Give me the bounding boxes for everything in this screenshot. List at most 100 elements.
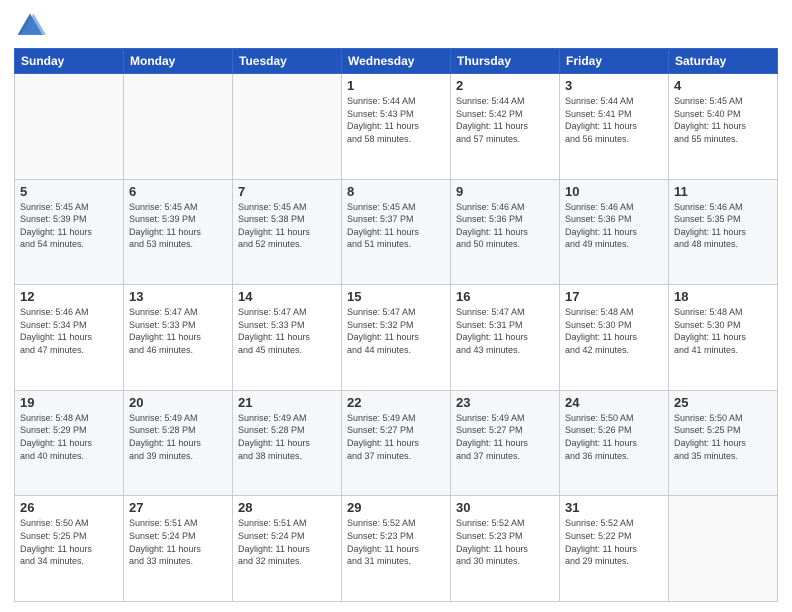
calendar-table: SundayMondayTuesdayWednesdayThursdayFrid… [14, 48, 778, 602]
day-info: Sunrise: 5:51 AM Sunset: 5:24 PM Dayligh… [129, 517, 227, 567]
day-info: Sunrise: 5:47 AM Sunset: 5:32 PM Dayligh… [347, 306, 445, 356]
day-number: 28 [238, 500, 336, 515]
calendar-cell: 5Sunrise: 5:45 AM Sunset: 5:39 PM Daylig… [15, 179, 124, 285]
day-info: Sunrise: 5:44 AM Sunset: 5:42 PM Dayligh… [456, 95, 554, 145]
day-number: 31 [565, 500, 663, 515]
col-header-saturday: Saturday [669, 49, 778, 74]
calendar-cell: 26Sunrise: 5:50 AM Sunset: 5:25 PM Dayli… [15, 496, 124, 602]
day-info: Sunrise: 5:44 AM Sunset: 5:43 PM Dayligh… [347, 95, 445, 145]
calendar-cell [124, 74, 233, 180]
calendar-cell: 17 Sunrise: 5:48 AM Sunset: 5:30 PM Dayli… [560, 285, 669, 391]
calendar-cell: 23 Sunrise: 5:49 AM Sunset: 5:27 PM Dayli… [451, 390, 560, 496]
calendar-cell [233, 74, 342, 180]
day-number: 2 [456, 78, 554, 93]
logo-icon [14, 10, 46, 42]
calendar-cell: 12Sunrise: 5:46 AM Sunset: 5:34 PM Dayli… [15, 285, 124, 391]
calendar-cell: 24 Sunrise: 5:50 AM Sunset: 5:26 PM Dayli… [560, 390, 669, 496]
calendar-cell: 15 Sunrise: 5:47 AM Sunset: 5:32 PM Dayli… [342, 285, 451, 391]
calendar-cell: 28 Sunrise: 5:51 AM Sunset: 5:24 PM Dayli… [233, 496, 342, 602]
day-number: 1 [347, 78, 445, 93]
day-number: 20 [129, 395, 227, 410]
day-number: 30 [456, 500, 554, 515]
calendar-cell: 20 Sunrise: 5:49 AM Sunset: 5:28 PM Dayli… [124, 390, 233, 496]
calendar-cell: 27 Sunrise: 5:51 AM Sunset: 5:24 PM Dayli… [124, 496, 233, 602]
col-header-friday: Friday [560, 49, 669, 74]
day-info: Sunrise: 5:47 AM Sunset: 5:31 PM Dayligh… [456, 306, 554, 356]
day-number: 27 [129, 500, 227, 515]
day-number: 6 [129, 184, 227, 199]
day-info: Sunrise: 5:45 AM Sunset: 5:39 PM Dayligh… [129, 201, 227, 251]
logo [14, 10, 50, 42]
day-info: Sunrise: 5:52 AM Sunset: 5:23 PM Dayligh… [456, 517, 554, 567]
col-header-wednesday: Wednesday [342, 49, 451, 74]
calendar-cell: 7Sunrise: 5:45 AM Sunset: 5:38 PM Daylig… [233, 179, 342, 285]
col-header-thursday: Thursday [451, 49, 560, 74]
calendar-cell: 18 Sunrise: 5:48 AM Sunset: 5:30 PM Dayli… [669, 285, 778, 391]
calendar-cell: 16 Sunrise: 5:47 AM Sunset: 5:31 PM Dayli… [451, 285, 560, 391]
day-number: 18 [674, 289, 772, 304]
col-header-tuesday: Tuesday [233, 49, 342, 74]
calendar-cell: 6 Sunrise: 5:45 AM Sunset: 5:39 PM Daylig… [124, 179, 233, 285]
day-info: Sunrise: 5:45 AM Sunset: 5:40 PM Dayligh… [674, 95, 772, 145]
day-number: 21 [238, 395, 336, 410]
calendar-cell: 3 Sunrise: 5:44 AM Sunset: 5:41 PM Daylig… [560, 74, 669, 180]
calendar-cell: 14Sunrise: 5:47 AM Sunset: 5:33 PM Dayli… [233, 285, 342, 391]
calendar-cell: 4 Sunrise: 5:45 AM Sunset: 5:40 PM Daylig… [669, 74, 778, 180]
calendar-cell: 1 Sunrise: 5:44 AM Sunset: 5:43 PM Daylig… [342, 74, 451, 180]
calendar-cell: 31 Sunrise: 5:52 AM Sunset: 5:22 PM Dayli… [560, 496, 669, 602]
day-info: Sunrise: 5:45 AM Sunset: 5:39 PM Dayligh… [20, 201, 118, 251]
day-number: 15 [347, 289, 445, 304]
day-number: 14 [238, 289, 336, 304]
day-number: 22 [347, 395, 445, 410]
calendar-cell: 2 Sunrise: 5:44 AM Sunset: 5:42 PM Daylig… [451, 74, 560, 180]
calendar-cell: 25 Sunrise: 5:50 AM Sunset: 5:25 PM Dayli… [669, 390, 778, 496]
day-info: Sunrise: 5:50 AM Sunset: 5:25 PM Dayligh… [674, 412, 772, 462]
day-number: 10 [565, 184, 663, 199]
calendar-cell: 19 Sunrise: 5:48 AM Sunset: 5:29 PM Dayli… [15, 390, 124, 496]
day-number: 16 [456, 289, 554, 304]
calendar-cell: 13 Sunrise: 5:47 AM Sunset: 5:33 PM Dayli… [124, 285, 233, 391]
page: SundayMondayTuesdayWednesdayThursdayFrid… [0, 0, 792, 612]
day-number: 17 [565, 289, 663, 304]
day-info: Sunrise: 5:49 AM Sunset: 5:28 PM Dayligh… [238, 412, 336, 462]
day-number: 25 [674, 395, 772, 410]
day-number: 9 [456, 184, 554, 199]
day-info: Sunrise: 5:49 AM Sunset: 5:27 PM Dayligh… [347, 412, 445, 462]
calendar-cell: 30 Sunrise: 5:52 AM Sunset: 5:23 PM Dayli… [451, 496, 560, 602]
day-info: Sunrise: 5:46 AM Sunset: 5:35 PM Dayligh… [674, 201, 772, 251]
calendar-cell: 29 Sunrise: 5:52 AM Sunset: 5:23 PM Dayli… [342, 496, 451, 602]
day-number: 4 [674, 78, 772, 93]
day-info: Sunrise: 5:48 AM Sunset: 5:30 PM Dayligh… [565, 306, 663, 356]
day-info: Sunrise: 5:48 AM Sunset: 5:29 PM Dayligh… [20, 412, 118, 462]
calendar-cell: 21 Sunrise: 5:49 AM Sunset: 5:28 PM Dayli… [233, 390, 342, 496]
day-number: 24 [565, 395, 663, 410]
day-number: 29 [347, 500, 445, 515]
day-number: 8 [347, 184, 445, 199]
calendar-cell: 22 Sunrise: 5:49 AM Sunset: 5:27 PM Dayli… [342, 390, 451, 496]
calendar-cell [669, 496, 778, 602]
day-info: Sunrise: 5:50 AM Sunset: 5:25 PM Dayligh… [20, 517, 118, 567]
day-info: Sunrise: 5:51 AM Sunset: 5:24 PM Dayligh… [238, 517, 336, 567]
calendar-cell: 9 Sunrise: 5:46 AM Sunset: 5:36 PM Daylig… [451, 179, 560, 285]
day-info: Sunrise: 5:49 AM Sunset: 5:27 PM Dayligh… [456, 412, 554, 462]
day-number: 23 [456, 395, 554, 410]
day-number: 11 [674, 184, 772, 199]
day-number: 19 [20, 395, 118, 410]
day-number: 12 [20, 289, 118, 304]
day-info: Sunrise: 5:47 AM Sunset: 5:33 PM Dayligh… [129, 306, 227, 356]
calendar-cell: 10Sunrise: 5:46 AM Sunset: 5:36 PM Dayli… [560, 179, 669, 285]
day-info: Sunrise: 5:50 AM Sunset: 5:26 PM Dayligh… [565, 412, 663, 462]
calendar-cell: 8Sunrise: 5:45 AM Sunset: 5:37 PM Daylig… [342, 179, 451, 285]
day-number: 3 [565, 78, 663, 93]
day-info: Sunrise: 5:52 AM Sunset: 5:22 PM Dayligh… [565, 517, 663, 567]
col-header-monday: Monday [124, 49, 233, 74]
day-number: 13 [129, 289, 227, 304]
day-info: Sunrise: 5:48 AM Sunset: 5:30 PM Dayligh… [674, 306, 772, 356]
day-info: Sunrise: 5:46 AM Sunset: 5:36 PM Dayligh… [456, 201, 554, 251]
calendar-cell [15, 74, 124, 180]
day-info: Sunrise: 5:49 AM Sunset: 5:28 PM Dayligh… [129, 412, 227, 462]
day-info: Sunrise: 5:52 AM Sunset: 5:23 PM Dayligh… [347, 517, 445, 567]
header [14, 10, 778, 42]
day-info: Sunrise: 5:44 AM Sunset: 5:41 PM Dayligh… [565, 95, 663, 145]
day-info: Sunrise: 5:45 AM Sunset: 5:38 PM Dayligh… [238, 201, 336, 251]
